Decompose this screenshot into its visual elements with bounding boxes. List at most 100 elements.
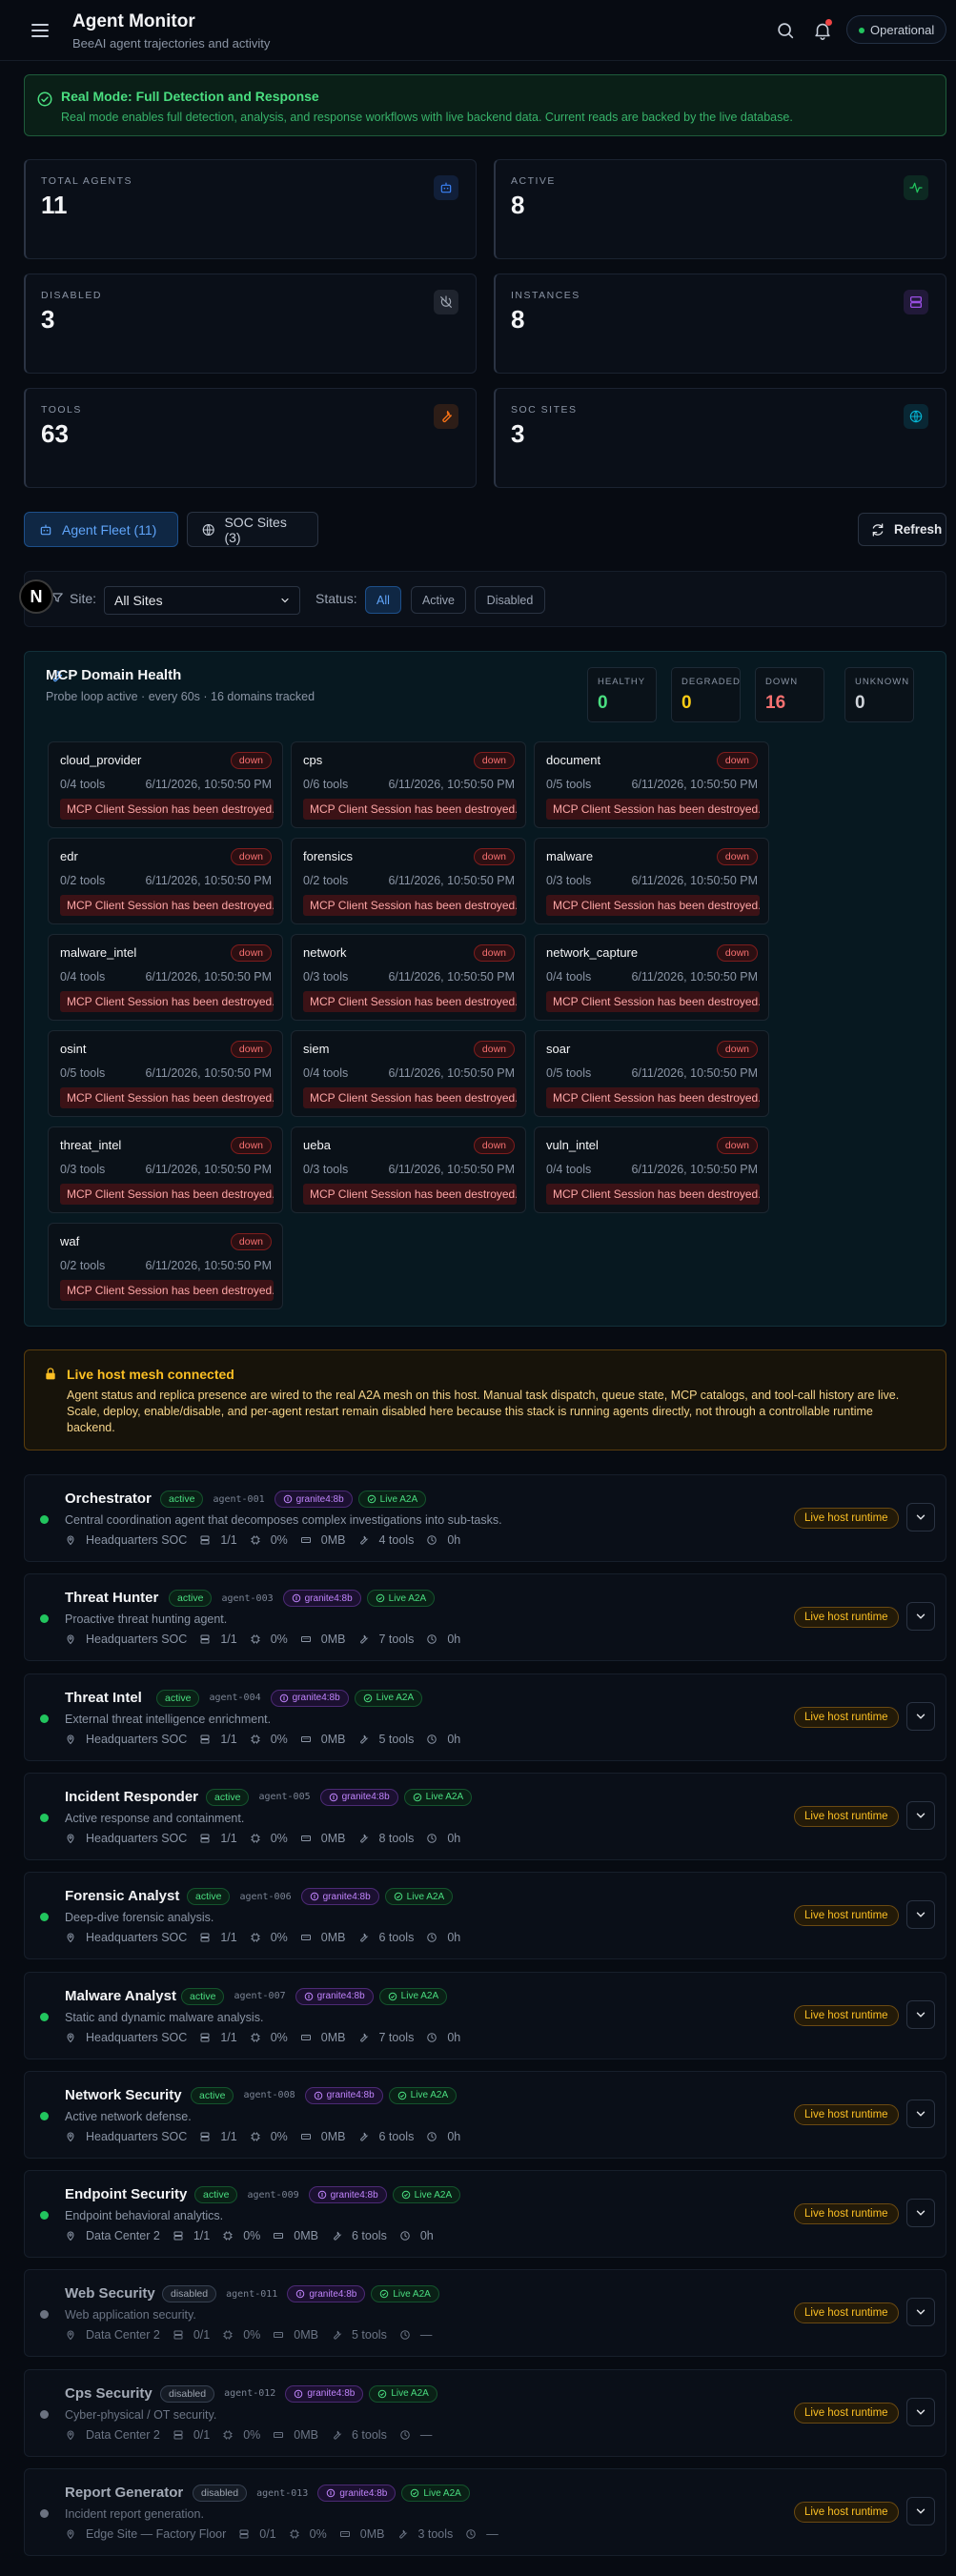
expand-button[interactable] bbox=[906, 2397, 935, 2426]
agent-description: Static and dynamic malware analysis. bbox=[65, 2010, 264, 2024]
agent-model: granite4:8b bbox=[341, 1792, 390, 1803]
tab-soc-sites[interactable]: SOC Sites (3) bbox=[187, 512, 318, 547]
agent-site: Headquarters SOC bbox=[86, 2030, 188, 2044]
agent-replicas: 1/1 bbox=[220, 2030, 237, 2044]
agent-cpu: 0% bbox=[243, 2427, 261, 2442]
domain-card[interactable]: threat_intel down 0/3 tools 6/11/2026, 1… bbox=[48, 1126, 283, 1213]
clock-icon bbox=[426, 2032, 442, 2043]
agent-site: Headquarters SOC bbox=[86, 1533, 188, 1547]
chevron-down-icon bbox=[914, 2505, 927, 2518]
agent-memory: 0MB bbox=[320, 1633, 346, 1647]
expand-button[interactable] bbox=[906, 2497, 935, 2525]
expand-button[interactable] bbox=[906, 1800, 935, 1830]
domain-card[interactable]: soar down 0/5 tools 6/11/2026, 10:50:50 … bbox=[534, 1030, 769, 1117]
menu-icon[interactable] bbox=[29, 19, 51, 42]
chevron-down-icon bbox=[914, 2405, 927, 2419]
domain-error: MCP Client Session has been destroyed. bbox=[303, 991, 517, 1012]
domain-card[interactable]: forensics down 0/2 tools 6/11/2026, 10:5… bbox=[291, 838, 526, 924]
agent-uptime: 0h bbox=[447, 1633, 461, 1647]
agent-row[interactable]: Threat Hunter active agent-003 granite4:… bbox=[24, 1573, 946, 1662]
runtime-badge: Live host runtime bbox=[794, 1508, 899, 1529]
agent-a2a: Live A2A bbox=[406, 1891, 445, 1902]
domain-timestamp: 6/11/2026, 10:50:50 PM bbox=[631, 778, 758, 791]
agent-site: Headquarters SOC bbox=[86, 2129, 188, 2143]
agent-description: Web application security. bbox=[65, 2308, 196, 2322]
domain-card[interactable]: edr down 0/2 tools 6/11/2026, 10:50:50 P… bbox=[48, 838, 283, 924]
model-icon bbox=[314, 2091, 323, 2100]
agent-model-badge: granite4:8b bbox=[319, 1788, 398, 1806]
cpu-icon bbox=[250, 2131, 266, 2142]
domain-card[interactable]: network_capture down 0/4 tools 6/11/2026… bbox=[534, 934, 769, 1021]
agent-replicas: 1/1 bbox=[220, 2129, 237, 2143]
chevron-down-icon bbox=[914, 2305, 927, 2319]
agent-status-dot bbox=[40, 2509, 49, 2518]
agent-a2a: Live A2A bbox=[393, 2288, 431, 2300]
stat-value: 11 bbox=[41, 191, 68, 219]
domain-card[interactable]: cps down 0/6 tools 6/11/2026, 10:50:50 P… bbox=[291, 741, 526, 828]
agent-row[interactable]: Endpoint Security active agent-009 grani… bbox=[24, 2170, 946, 2259]
expand-button[interactable] bbox=[906, 1900, 935, 1930]
agent-memory: 0MB bbox=[320, 1831, 346, 1845]
search-icon[interactable] bbox=[775, 20, 796, 41]
runtime-badge: Live host runtime bbox=[794, 1706, 899, 1728]
domain-timestamp: 6/11/2026, 10:50:50 PM bbox=[145, 1066, 272, 1080]
agent-row[interactable]: Threat Intel active agent-004 granite4:8… bbox=[24, 1673, 946, 1761]
agent-status-dot bbox=[40, 2310, 49, 2320]
stat-label: TOTAL AGENTS bbox=[41, 175, 132, 187]
agent-a2a: Live A2A bbox=[391, 2388, 429, 2400]
health-box-down: DOWN 16 bbox=[755, 667, 824, 722]
domain-card[interactable]: vuln_intel down 0/4 tools 6/11/2026, 10:… bbox=[534, 1126, 769, 1213]
refresh-button[interactable]: Refresh bbox=[858, 513, 946, 546]
clock-icon bbox=[426, 2131, 442, 2142]
agent-row[interactable]: Orchestrator active agent-001 granite4:8… bbox=[24, 1474, 946, 1562]
status-chip-all[interactable]: All bbox=[365, 586, 401, 614]
agent-row[interactable]: Cps Security disabled agent-012 granite4… bbox=[24, 2368, 946, 2457]
n-logo-badge[interactable]: N bbox=[19, 579, 53, 614]
site-select[interactable]: All Sites bbox=[104, 586, 300, 615]
expand-button[interactable] bbox=[906, 2099, 935, 2128]
clock-icon bbox=[399, 2429, 416, 2441]
domain-card[interactable]: malware_intel down 0/4 tools 6/11/2026, … bbox=[48, 934, 283, 1021]
domain-card[interactable]: osint down 0/5 tools 6/11/2026, 10:50:50… bbox=[48, 1030, 283, 1117]
check-circle-icon bbox=[376, 1593, 385, 1603]
agent-status-badge: active bbox=[187, 1888, 231, 1906]
domain-error: MCP Client Session has been destroyed. bbox=[546, 799, 760, 820]
domain-card[interactable]: ueba down 0/3 tools 6/11/2026, 10:50:50 … bbox=[291, 1126, 526, 1213]
system-status-badge: Operational bbox=[846, 15, 947, 44]
agent-row[interactable]: Forensic Analyst active agent-006 granit… bbox=[24, 1872, 946, 1960]
agent-row[interactable]: Web Security disabled agent-011 granite4… bbox=[24, 2269, 946, 2358]
clock-icon bbox=[465, 2528, 481, 2540]
domain-card[interactable]: document down 0/5 tools 6/11/2026, 10:50… bbox=[534, 741, 769, 828]
agent-name: Network Security bbox=[65, 2086, 182, 2103]
tab-agent-fleet[interactable]: Agent Fleet (11) bbox=[24, 512, 178, 547]
agent-uptime: 0h bbox=[447, 2129, 461, 2143]
agent-row[interactable]: Malware Analyst active agent-007 granite… bbox=[24, 1971, 946, 2059]
domain-card[interactable]: malware down 0/3 tools 6/11/2026, 10:50:… bbox=[534, 838, 769, 924]
location-pin-icon bbox=[65, 2429, 81, 2441]
expand-button[interactable] bbox=[906, 1701, 935, 1731]
agent-row[interactable]: Report Generator disabled agent-013 gran… bbox=[24, 2468, 946, 2556]
domain-status-badge: down bbox=[716, 1041, 758, 1058]
domain-card[interactable]: siem down 0/4 tools 6/11/2026, 10:50:50 … bbox=[291, 1030, 526, 1117]
expand-button[interactable] bbox=[906, 1602, 935, 1632]
expand-button[interactable] bbox=[906, 1503, 935, 1531]
globe-icon bbox=[904, 404, 928, 429]
domain-card[interactable]: network down 0/3 tools 6/11/2026, 10:50:… bbox=[291, 934, 526, 1021]
check-circle-icon bbox=[379, 2289, 389, 2299]
agent-name: Report Generator bbox=[65, 2485, 184, 2501]
agent-model: granite4:8b bbox=[292, 1693, 340, 1704]
status-chip-active[interactable]: Active bbox=[411, 586, 466, 614]
expand-button[interactable] bbox=[906, 2199, 935, 2228]
expand-button[interactable] bbox=[906, 1999, 935, 2029]
agent-row[interactable]: Incident Responder active agent-005 gran… bbox=[24, 1772, 946, 1860]
agent-cpu: 0% bbox=[243, 2229, 261, 2243]
agent-name: Endpoint Security bbox=[65, 2186, 188, 2203]
agent-row[interactable]: Network Security active agent-008 granit… bbox=[24, 2070, 946, 2159]
agent-id: agent-008 bbox=[243, 2090, 295, 2101]
expand-button[interactable] bbox=[906, 2298, 935, 2327]
domain-name: network_capture bbox=[546, 945, 639, 960]
status-chip-disabled[interactable]: Disabled bbox=[475, 586, 545, 614]
stat-value: 63 bbox=[41, 419, 69, 448]
domain-card[interactable]: cloud_provider down 0/4 tools 6/11/2026,… bbox=[48, 741, 283, 828]
domain-card[interactable]: waf down 0/2 tools 6/11/2026, 10:50:50 P… bbox=[48, 1223, 283, 1309]
